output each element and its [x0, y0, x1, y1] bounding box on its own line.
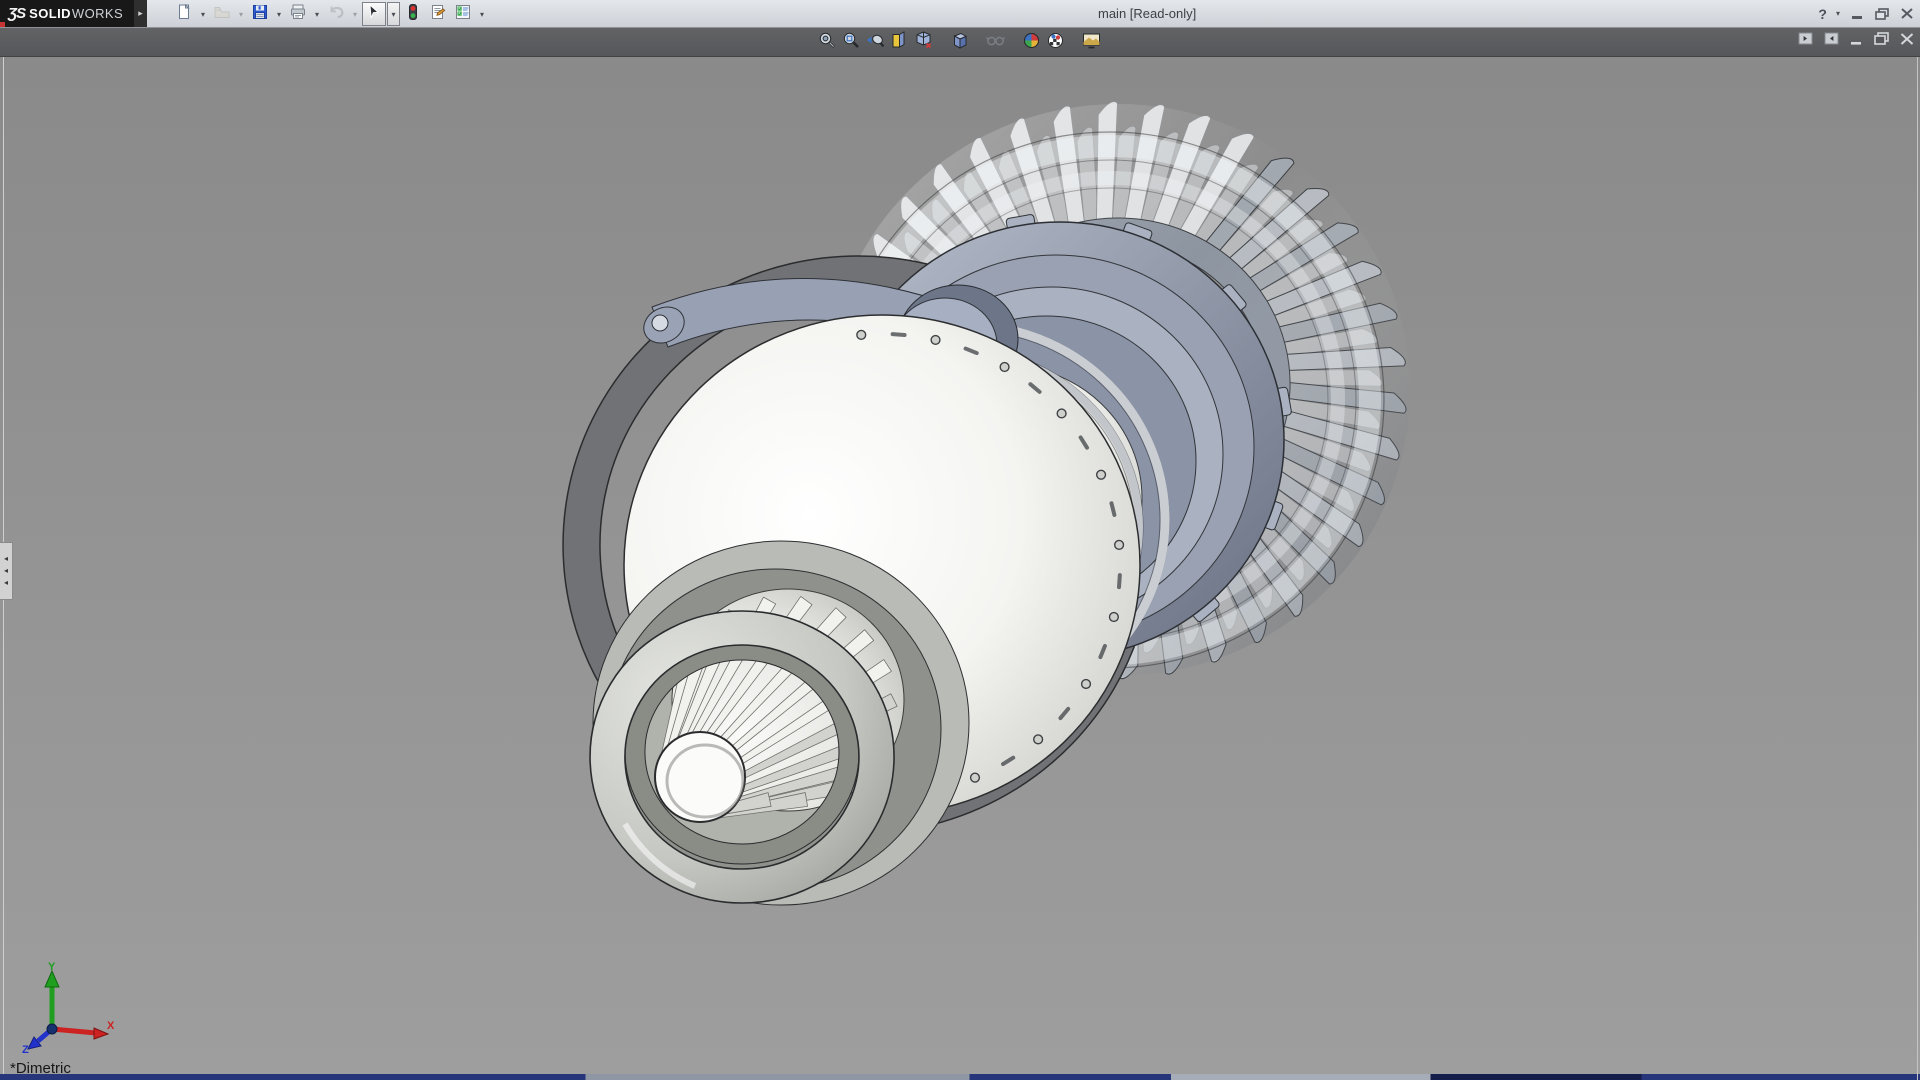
pane-left-icon[interactable]: [1798, 32, 1813, 45]
solidworks-logo-light: WORKS: [72, 6, 123, 21]
help-caret-icon[interactable]: ▾: [1836, 9, 1840, 18]
triad-x-label: X: [107, 1020, 114, 1032]
new-document-icon: [175, 3, 193, 26]
main-toolbar: ▾ ▾ ▾ ▾ ▾ ▾ ▾: [172, 1, 488, 27]
hide-show-items-button[interactable]: [983, 31, 1007, 54]
undo-button[interactable]: [324, 2, 348, 26]
section-view-button[interactable]: [887, 31, 911, 54]
doc-restore-button[interactable]: [1874, 32, 1889, 45]
apply-scene-button[interactable]: [1043, 31, 1067, 54]
view-toolbar: [815, 31, 1103, 54]
save-icon: [251, 3, 269, 26]
apply-scene-icon: [1045, 30, 1066, 56]
heads-up-view-bar: [0, 28, 1920, 57]
save-dropdown[interactable]: ▾: [273, 2, 285, 26]
display-style-icon: [949, 30, 970, 56]
title-bar: ƷS SOLID WORKS ▸ ▾ ▾ ▾ ▾ ▾ ▾ ▾ main [Read-only…: [0, 0, 1920, 28]
solidworks-logo-bold: SOLID: [29, 6, 71, 21]
logo-red-accent: [0, 22, 5, 27]
print-icon: [289, 3, 307, 26]
pane-right-icon[interactable]: [1824, 32, 1839, 45]
open-document-dropdown[interactable]: ▾: [235, 2, 247, 26]
options-icon: [454, 3, 472, 26]
file-properties-button[interactable]: [426, 2, 450, 26]
edit-appearance-button[interactable]: [1019, 31, 1043, 54]
print-button[interactable]: [286, 2, 310, 26]
document-window-controls: [1798, 32, 1914, 45]
options-dropdown[interactable]: ▾: [476, 2, 488, 26]
jet-engine-model[interactable]: [0, 57, 1920, 1080]
flyout-arrow-icon: ◂: [4, 568, 8, 574]
triad-y-label: Y: [48, 961, 56, 973]
flyout-arrow-icon: ◂: [4, 580, 8, 586]
undo-dropdown[interactable]: ▾: [349, 2, 361, 26]
options-button[interactable]: [451, 2, 475, 26]
menu-expand-arrow-icon[interactable]: ▸: [134, 0, 147, 27]
titlebar-controls: ? ▾: [1818, 0, 1915, 27]
edit-appearance-icon: [1021, 30, 1042, 56]
view-settings-button[interactable]: [1079, 31, 1103, 54]
triad-z-label: Z: [22, 1044, 29, 1054]
zoom-to-fit-button[interactable]: [815, 31, 839, 54]
graphics-viewport[interactable]: ◂ ◂ ◂ Y X Z *Dimetric: [0, 57, 1920, 1080]
previous-view-icon: [865, 30, 886, 56]
print-dropdown[interactable]: ▾: [311, 2, 323, 26]
rebuild-icon: [404, 3, 422, 26]
rebuild-button[interactable]: [401, 2, 425, 26]
view-settings-icon: [1081, 30, 1102, 56]
help-button[interactable]: ?: [1818, 6, 1827, 22]
section-view-icon: [889, 30, 910, 56]
feature-tree-flyout-tab[interactable]: ◂ ◂ ◂: [0, 542, 13, 600]
save-button[interactable]: [248, 2, 272, 26]
solidworks-logo-mark: ƷS: [8, 5, 25, 22]
open-document-icon: [213, 3, 231, 26]
select-icon: [365, 3, 383, 26]
open-document-button[interactable]: [210, 2, 234, 26]
zoom-to-area-icon: [841, 30, 862, 56]
document-title: main [Read-only]: [1098, 6, 1196, 21]
doc-minimize-button[interactable]: [1850, 33, 1863, 45]
minimize-button[interactable]: [1849, 7, 1865, 21]
new-document-dropdown[interactable]: ▾: [197, 2, 209, 26]
doc-close-button[interactable]: [1900, 33, 1914, 45]
file-properties-icon: [429, 3, 447, 26]
view-orientation-button[interactable]: [911, 31, 935, 54]
zoom-to-area-button[interactable]: [839, 31, 863, 54]
new-document-button[interactable]: [172, 2, 196, 26]
undo-icon: [327, 3, 345, 26]
flyout-arrow-icon: ◂: [4, 556, 8, 562]
select-button[interactable]: [362, 2, 386, 26]
restore-button[interactable]: [1874, 7, 1890, 21]
close-button[interactable]: [1899, 7, 1915, 21]
display-style-button[interactable]: [947, 31, 971, 54]
zoom-to-fit-icon: [817, 30, 838, 56]
reference-triad: Y X Z: [14, 959, 114, 1054]
view-orientation-icon: [913, 30, 934, 56]
solidworks-logo: ƷS SOLID WORKS: [0, 0, 134, 27]
select-dropdown[interactable]: ▾: [387, 2, 400, 26]
previous-view-button[interactable]: [863, 31, 887, 54]
hide-show-items-icon: [985, 30, 1006, 56]
taskbar-edge: [0, 1074, 1920, 1080]
